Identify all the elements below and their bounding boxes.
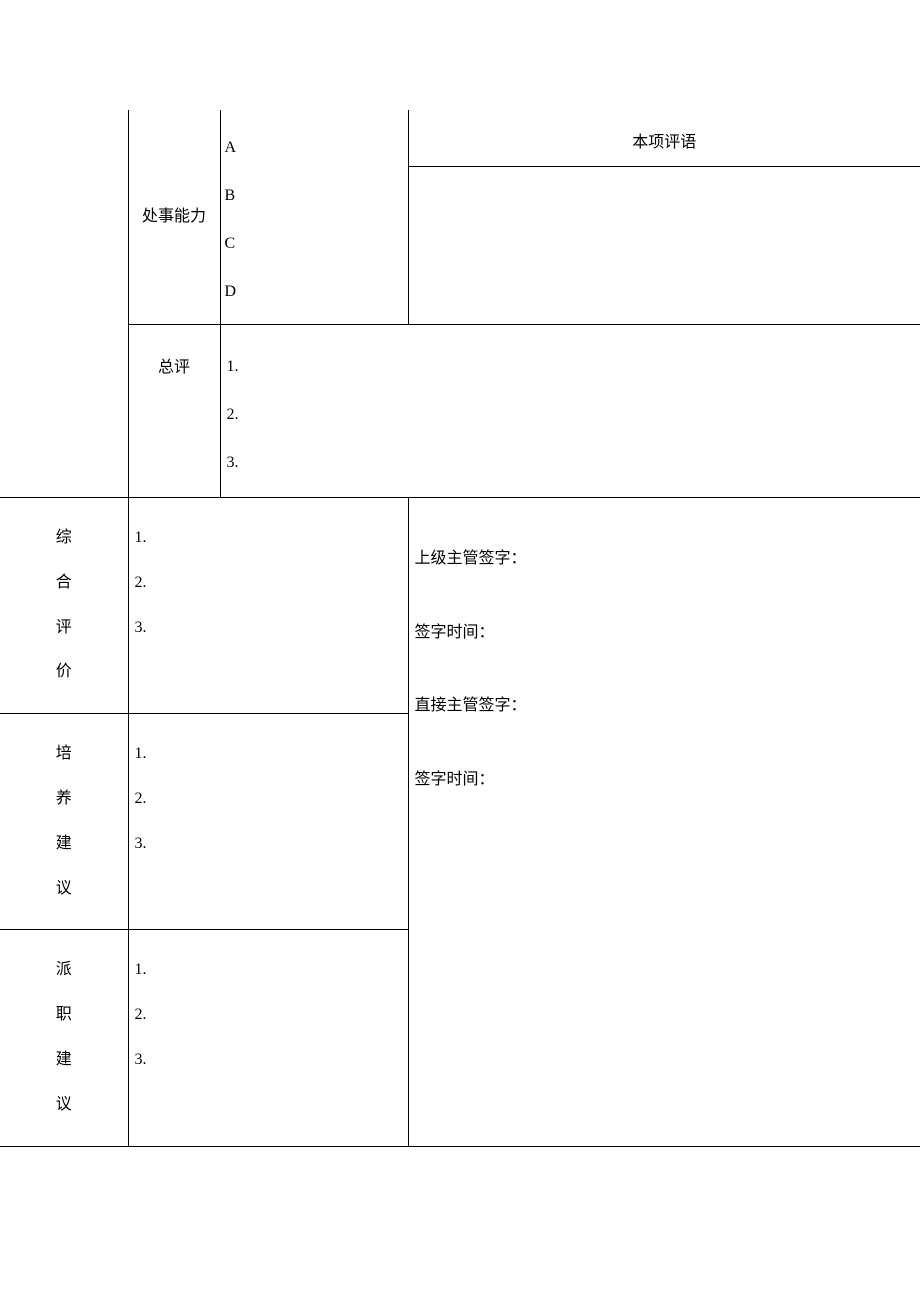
cat4-c4: 议 (0, 867, 128, 912)
option-d: D (225, 268, 404, 316)
option-b: B (225, 172, 404, 220)
subcategory-ability: 处事能力 (128, 110, 220, 325)
cat4-c1: 培 (0, 732, 128, 777)
assign-num-2: 2. (135, 993, 404, 1038)
subcategory-ability-label: 处事能力 (142, 208, 206, 225)
cat5-c4: 议 (0, 1083, 128, 1128)
comment-header: 本项评语 (409, 110, 920, 167)
cat3-c4: 价 (0, 650, 128, 695)
evaluation-table: 处事能力 A B C D 本项评语 总评 1. (0, 110, 920, 1147)
option-c: C (225, 220, 404, 268)
subcategory-overall: 总评 (128, 325, 220, 498)
comment-cell: 本项评语 (408, 110, 920, 325)
comp-num-3: 3. (135, 606, 404, 651)
options-cell: A B C D (220, 110, 408, 325)
comment-body (409, 167, 920, 307)
overall-num-3: 3. (227, 439, 917, 487)
subcategory-overall-label: 总评 (158, 359, 190, 376)
comp-num-1: 1. (135, 516, 404, 561)
document-page: 处事能力 A B C D 本项评语 总评 1. (0, 0, 920, 1147)
option-a: A (225, 124, 404, 172)
cat5-c3: 建 (0, 1038, 128, 1083)
overall-num-1: 1. (227, 343, 917, 391)
assign-num-3: 3. (135, 1038, 404, 1083)
cat5-c2: 职 (0, 993, 128, 1038)
training-nums-cell: 1. 2. 3. (128, 714, 408, 930)
cat4-c3: 建 (0, 822, 128, 867)
cat3-c3: 评 (0, 606, 128, 651)
cat5-c1: 派 (0, 948, 128, 993)
sign-direct: 直接主管签字： (415, 669, 915, 743)
cat3-c1: 综 (0, 516, 128, 561)
cat4-c2: 养 (0, 777, 128, 822)
sign-time-2: 签字时间： (415, 743, 915, 817)
category-comprehensive: 综 合 评 价 (0, 498, 128, 714)
sign-superior: 上级主管签字： (415, 522, 915, 596)
sign-time-1: 签字时间： (415, 596, 915, 670)
train-num-2: 2. (135, 777, 404, 822)
category-assignment: 派 职 建 议 (0, 930, 128, 1146)
overall-num-2: 2. (227, 391, 917, 439)
category-blank (0, 110, 128, 498)
comprehensive-nums-cell: 1. 2. 3. (128, 498, 408, 714)
assign-num-1: 1. (135, 948, 404, 993)
train-num-3: 3. (135, 822, 404, 867)
comp-num-2: 2. (135, 561, 404, 606)
category-training: 培 养 建 议 (0, 714, 128, 930)
assignment-nums-cell: 1. 2. 3. (128, 930, 408, 1146)
signature-cell: 上级主管签字： 签字时间： 直接主管签字： 签字时间： (408, 498, 920, 1147)
overall-nums-cell: 1. 2. 3. (220, 325, 920, 498)
train-num-1: 1. (135, 732, 404, 777)
cat3-c2: 合 (0, 561, 128, 606)
